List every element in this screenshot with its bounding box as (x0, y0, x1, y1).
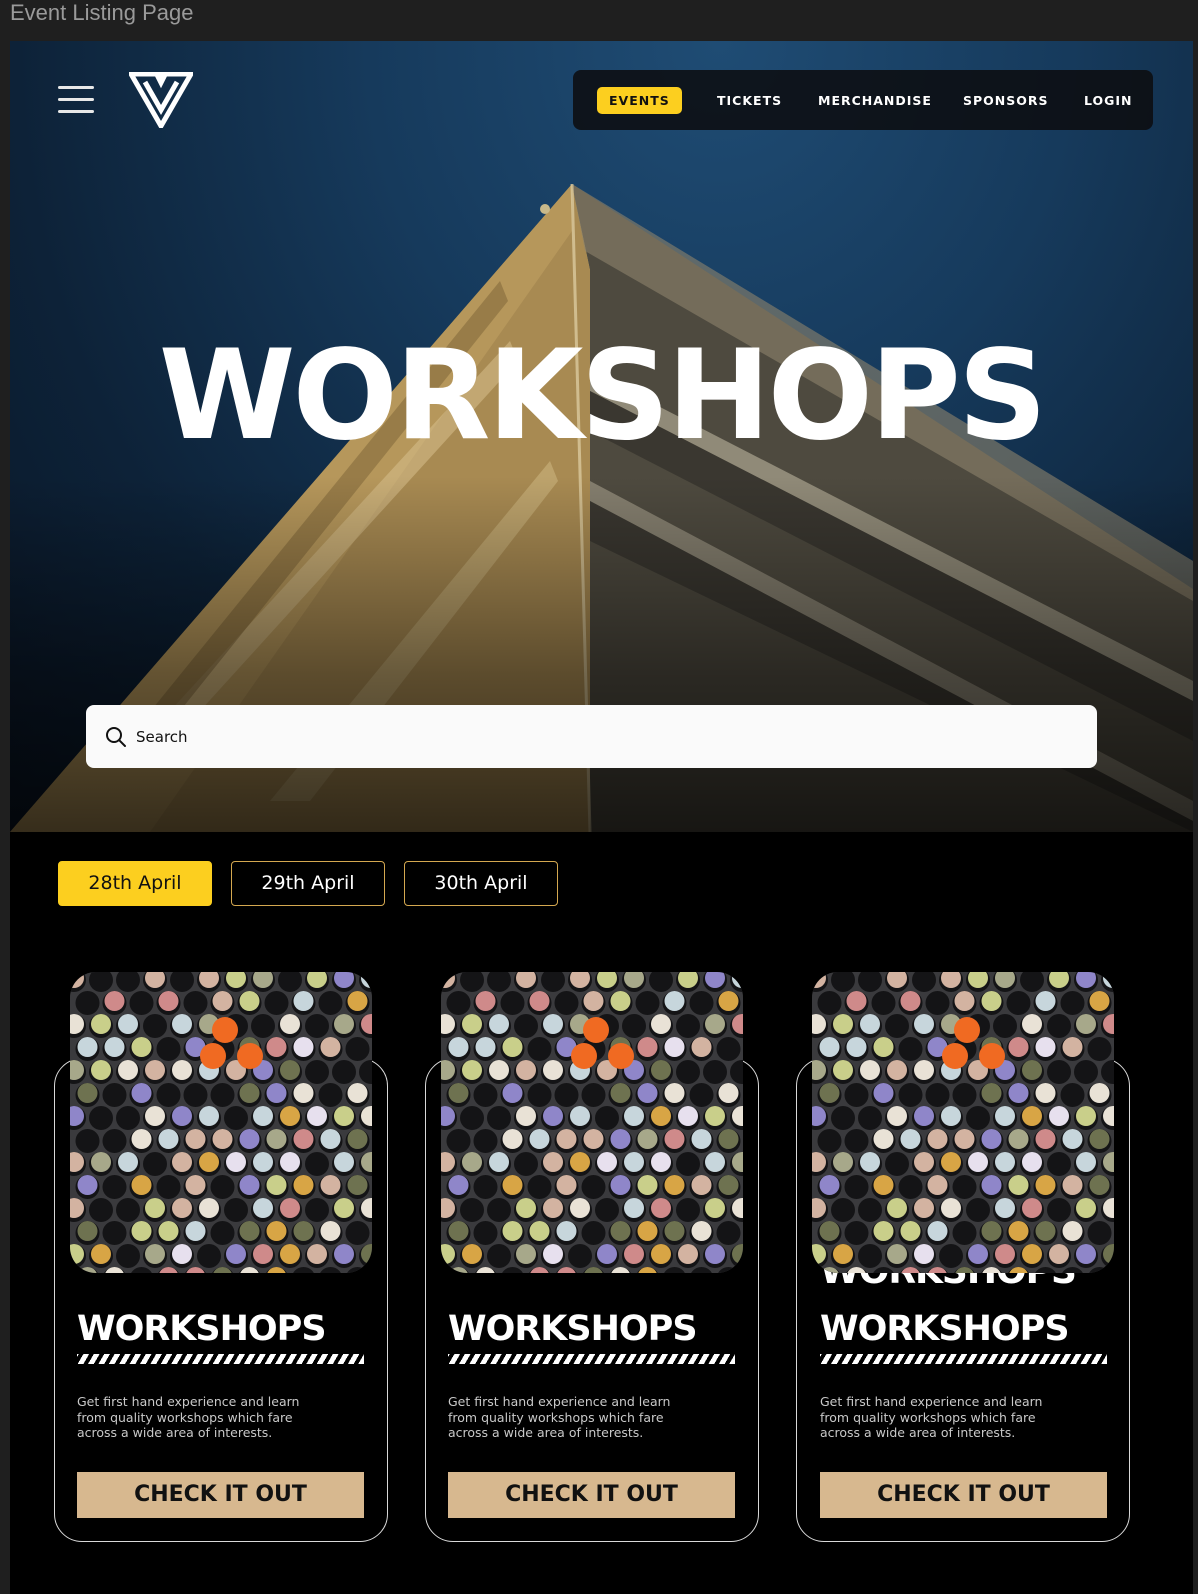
nav-login[interactable]: LOGIN (1084, 87, 1133, 114)
event-listing-page: EVENTS TICKETS MERCHANDISE SPONSORS LOGI… (10, 41, 1193, 1594)
card-title-2: WORKSHOPS (448, 1309, 698, 1349)
nav-sponsors[interactable]: SPONSORS (963, 87, 1049, 114)
search-icon (106, 727, 126, 747)
check-it-out-button-1[interactable]: CHECK IT OUT (77, 1472, 364, 1518)
card-description-1: Get first hand experience and learn from… (77, 1394, 300, 1440)
logo-icon[interactable] (129, 72, 193, 128)
nav-events[interactable]: EVENTS (597, 87, 682, 114)
card-title-3: WORKSHOPS (820, 1309, 1070, 1349)
nav-tickets[interactable]: TICKETS (717, 87, 782, 114)
check-it-out-button-2[interactable]: CHECK IT OUT (448, 1472, 735, 1518)
frame-label: Event Listing Page (10, 0, 194, 25)
card-image-3 (812, 972, 1114, 1273)
card-description-3: Get first hand experience and learn from… (820, 1394, 1043, 1440)
search-bar[interactable] (86, 705, 1097, 768)
nav-merchandise[interactable]: MERCHANDISE (818, 87, 932, 114)
card-description-2: Get first hand experience and learn from… (448, 1394, 671, 1440)
card-stripe-divider-3 (820, 1354, 1107, 1364)
hero-title: WORKSHOPS (158, 324, 1047, 468)
search-input[interactable] (136, 721, 1036, 752)
date-tab-30th-april[interactable]: 30th April (404, 861, 558, 906)
top-nav: EVENTS TICKETS MERCHANDISE SPONSORS LOGI… (573, 70, 1153, 130)
card-image-2 (441, 972, 743, 1273)
card-title-1: WORKSHOPS (77, 1309, 327, 1349)
check-it-out-button-3[interactable]: CHECK IT OUT (820, 1472, 1107, 1518)
card-stripe-divider-1 (77, 1354, 364, 1364)
date-tab-28th-april[interactable]: 28th April (58, 861, 212, 906)
hero-section: EVENTS TICKETS MERCHANDISE SPONSORS LOGI… (10, 41, 1193, 832)
card-stripe-divider-2 (448, 1354, 735, 1364)
card-image-1 (70, 972, 372, 1273)
menu-icon[interactable] (58, 86, 94, 114)
date-tab-29th-april[interactable]: 29th April (231, 861, 385, 906)
